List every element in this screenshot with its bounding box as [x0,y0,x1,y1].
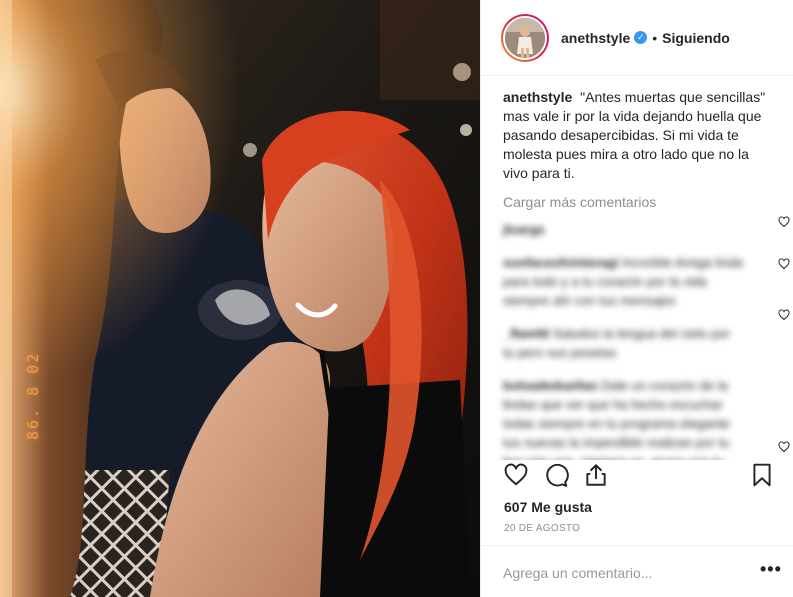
comment-username[interactable]: jlvargs [503,222,545,237]
comment-like-heart-icon[interactable] [778,258,790,270]
comment-username[interactable]: _flamfd [503,326,549,341]
comment-item: sunfaceofvinteragi Increíble Amiga linda… [503,253,772,310]
header-text: anethstyle ✓ • Siguiendo [561,30,730,46]
comment-bubble-icon[interactable] [543,462,569,488]
following-button[interactable]: Siguiendo [662,30,730,46]
load-more-comments-button[interactable]: Cargar más comentarios [503,194,772,210]
comment-item: bolsadedueñas Dale un corazón de la lind… [503,376,772,460]
verified-check-icon: ✓ [634,31,648,44]
post-caption: anethstyle "Antes muertas que sencillas"… [503,88,772,183]
comments-section: anethstyle "Antes muertas que sencillas"… [481,88,793,460]
avatar-story-ring[interactable] [501,13,549,62]
comment-item: jlvargs [503,220,772,239]
add-comment-input[interactable] [503,562,743,584]
caption-username-link[interactable]: anethstyle [503,89,572,105]
instagram-post: 86. 8 02 anethstyle ✓ • Siguiendo aneths… [0,0,793,597]
comments-list: jlvargs sunfaceofvinteragi Increíble Ami… [503,220,772,460]
comment-username[interactable]: bolsadedueñas [503,378,598,393]
comment-username[interactable]: sunfaceofvinteragi [503,255,619,270]
photo-date-stamp: 86. 8 02 [24,351,42,440]
avatar-image [505,17,545,58]
comment-like-heart-icon[interactable] [778,216,790,228]
heart-outline-icon[interactable] [503,462,529,488]
header-username-link[interactable]: anethstyle [561,30,630,46]
add-comment-bar: ••• [481,545,793,597]
share-upload-icon[interactable] [583,462,609,488]
photo-illustration [0,0,480,597]
action-bar [481,462,793,492]
comment-like-heart-icon[interactable] [778,309,790,321]
comment-like-heart-icon[interactable] [778,441,790,453]
post-side-panel: anethstyle ✓ • Siguiendo anethstyle "Ant… [480,0,793,597]
post-date[interactable]: 20 DE AGOSTO [504,523,580,534]
post-photo[interactable]: 86. 8 02 [0,0,480,597]
more-options-icon[interactable]: ••• [760,560,781,580]
bookmark-icon[interactable] [749,462,775,488]
header-separator: • [652,29,658,46]
likes-count[interactable]: 607 Me gusta [504,499,592,515]
comment-item: _flamfd Saludos la lengua del cielo por … [503,324,772,362]
post-header: anethstyle ✓ • Siguiendo [481,0,793,76]
avatar[interactable] [503,15,547,60]
